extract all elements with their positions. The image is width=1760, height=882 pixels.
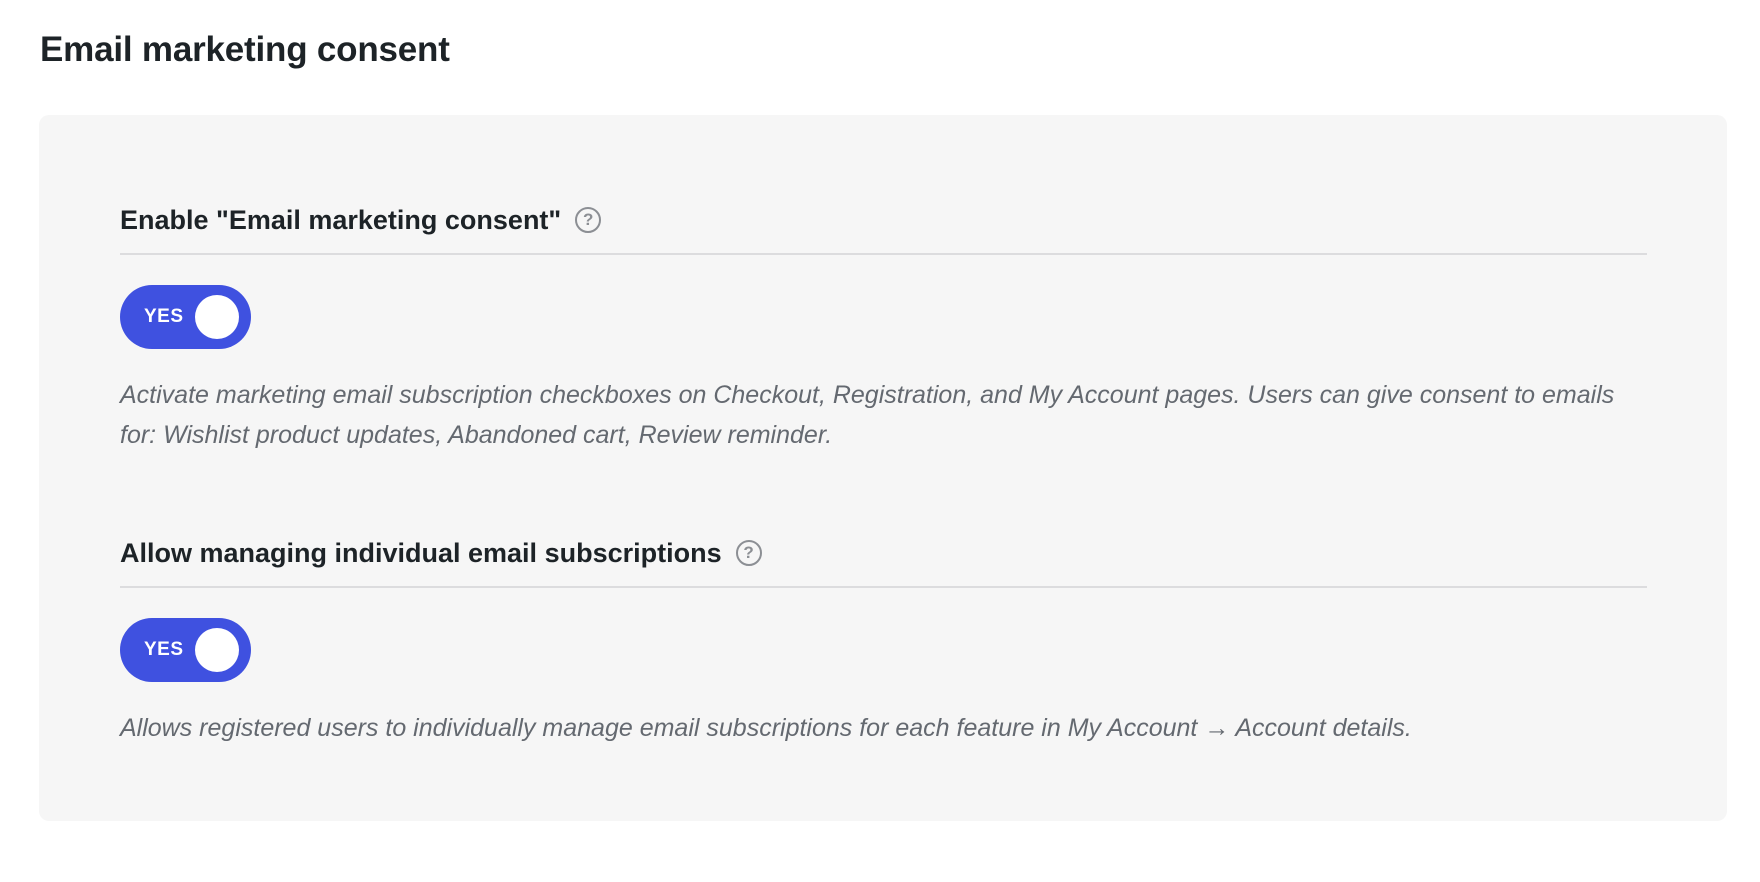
settings-page: Email marketing consent Enable "Email ma… (0, 0, 1760, 882)
setting-header: Enable "Email marketing consent" ? (120, 195, 1647, 255)
enable-consent-toggle[interactable]: YES (120, 285, 251, 349)
question-circle-icon[interactable]: ? (575, 207, 602, 233)
question-circle-icon[interactable]: ? (735, 540, 762, 566)
toggle-label: YES (144, 306, 184, 327)
setting-description: Activate marketing email subscription ch… (120, 381, 1615, 449)
setting-label: Allow managing individual email subscrip… (120, 537, 722, 568)
toggle-label: YES (144, 639, 184, 660)
setting-allow-managing-subscriptions: Allow managing individual email subscrip… (120, 528, 1647, 748)
toggle-knob (195, 628, 239, 672)
setting-enable-email-marketing-consent: Enable "Email marketing consent" ? YES A… (120, 195, 1647, 455)
settings-panel: Enable "Email marketing consent" ? YES A… (39, 115, 1727, 821)
page-title: Email marketing consent (40, 30, 450, 69)
setting-label: Enable "Email marketing consent" (120, 204, 562, 235)
toggle-knob (195, 295, 239, 339)
setting-header: Allow managing individual email subscrip… (120, 528, 1647, 588)
setting-description: Allows registered users to individually … (120, 714, 1412, 742)
manage-subscriptions-toggle[interactable]: YES (120, 618, 251, 682)
